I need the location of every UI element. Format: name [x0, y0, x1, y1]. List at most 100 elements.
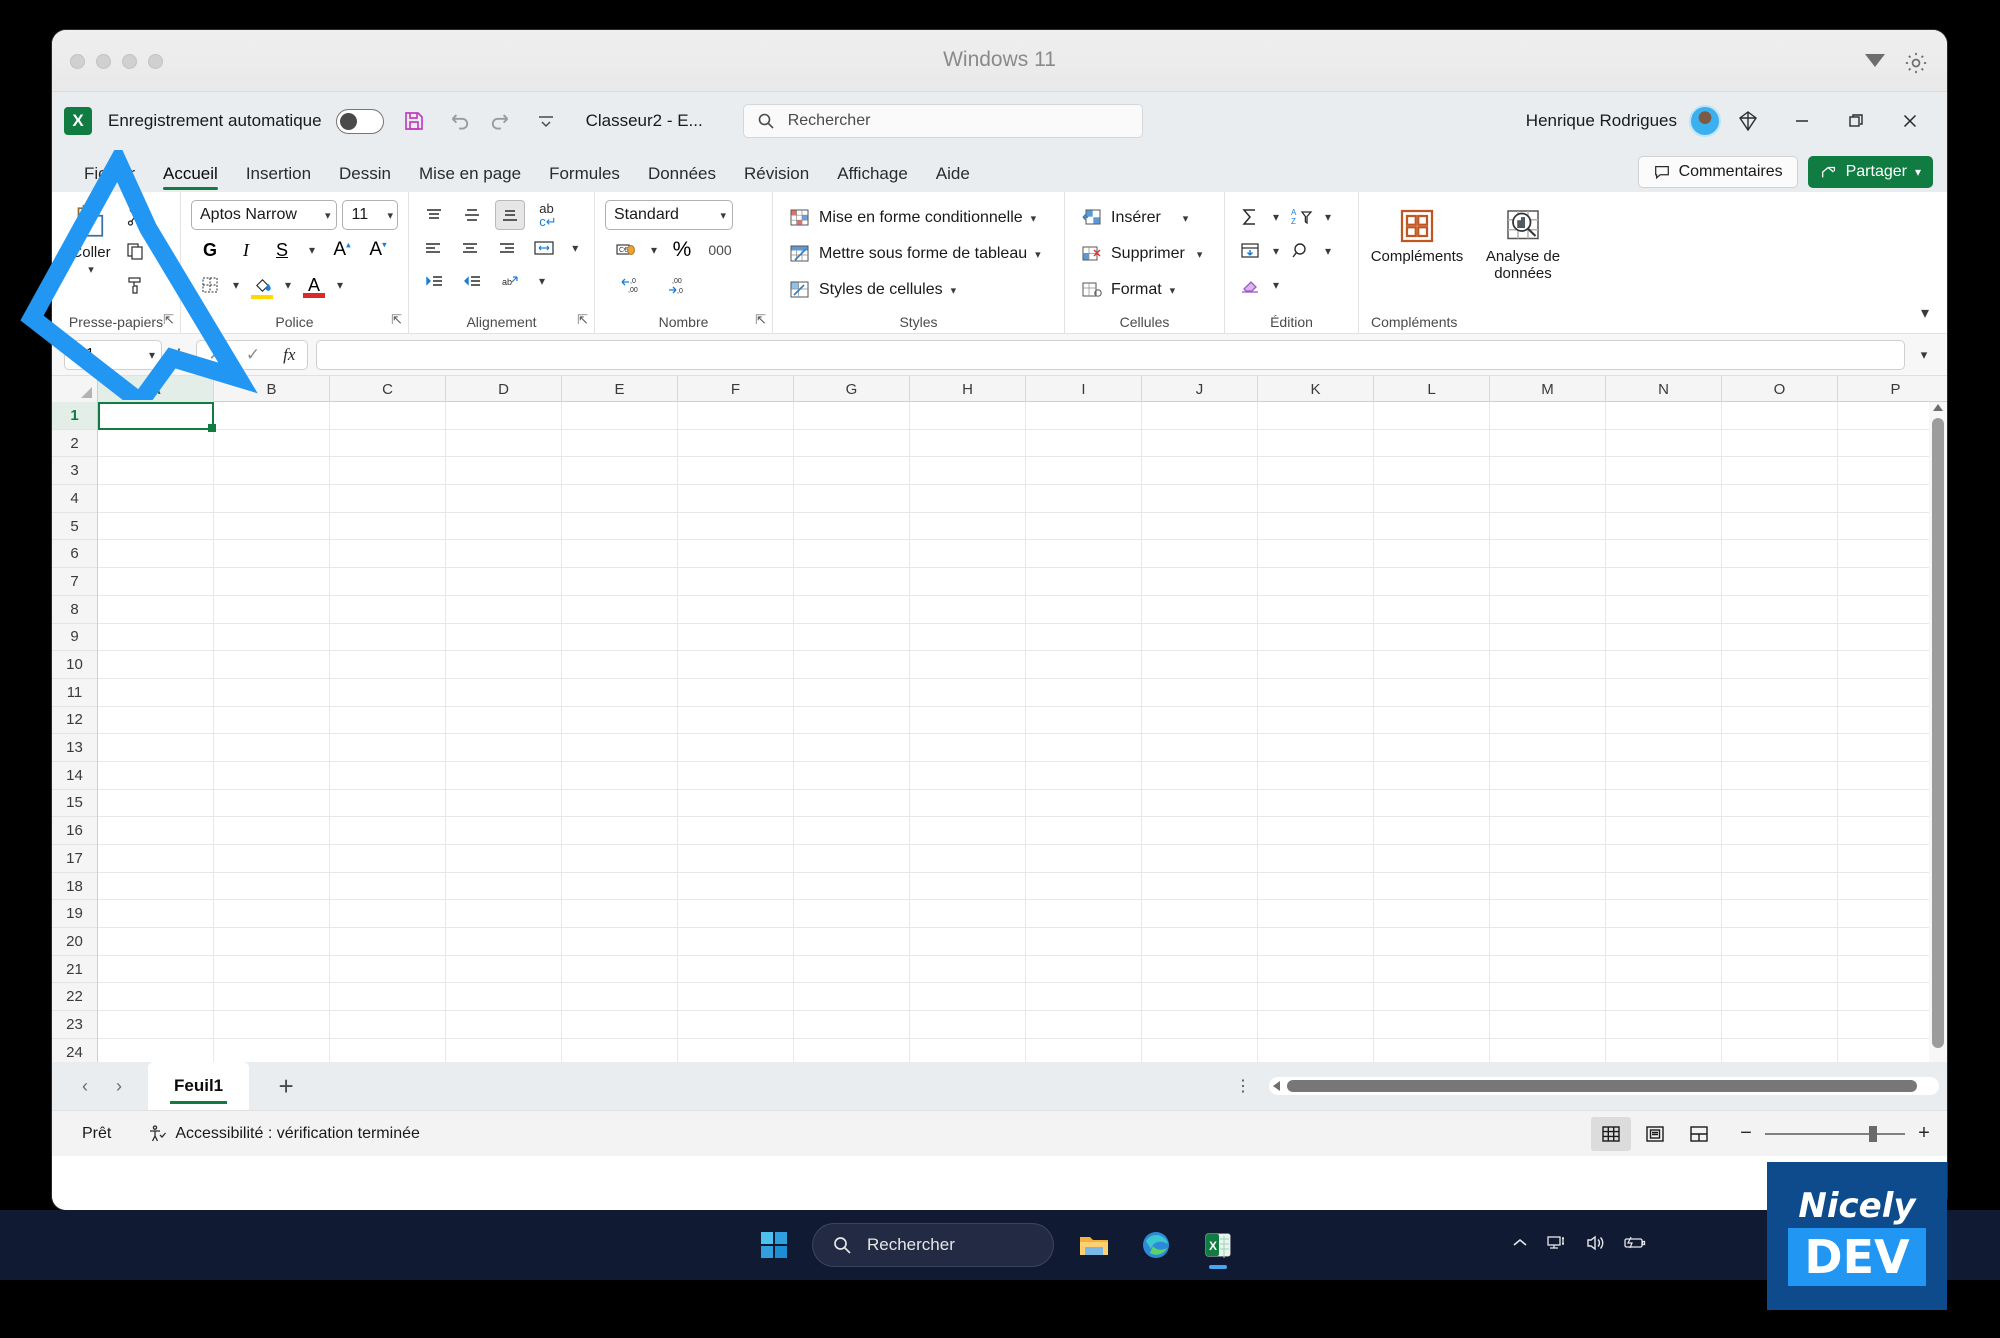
cell-J22[interactable]: [1142, 983, 1258, 1011]
grid-row[interactable]: [98, 845, 1947, 873]
cell-K14[interactable]: [1258, 761, 1374, 789]
row-header-16[interactable]: 16: [52, 817, 97, 845]
cell-B16[interactable]: [214, 817, 330, 844]
cell-M7[interactable]: [1490, 568, 1606, 595]
cut-button[interactable]: [120, 202, 150, 232]
cell-C4[interactable]: [330, 485, 446, 512]
cell-H2[interactable]: [910, 429, 1026, 457]
row-header-10[interactable]: 10: [52, 651, 97, 679]
cell-O4[interactable]: [1722, 485, 1838, 512]
cell-F4[interactable]: [678, 485, 794, 512]
cell-L6[interactable]: [1374, 540, 1490, 568]
cell-N14[interactable]: [1606, 761, 1722, 789]
minimize-icon[interactable]: [1775, 99, 1829, 143]
cell-N23[interactable]: [1606, 1011, 1722, 1038]
cell-H16[interactable]: [910, 817, 1026, 844]
cell-H8[interactable]: [910, 595, 1026, 623]
cell-B14[interactable]: [214, 761, 330, 789]
chevron-down-icon[interactable]: ▾: [279, 271, 297, 299]
cell-N20[interactable]: [1606, 928, 1722, 955]
cell-G16[interactable]: [794, 817, 910, 844]
microsoft-365-diamond-icon[interactable]: [1721, 99, 1775, 143]
grid-row[interactable]: [98, 706, 1947, 735]
cell-L23[interactable]: [1374, 1011, 1490, 1038]
cell-L5[interactable]: [1374, 512, 1490, 540]
cell-D22[interactable]: [446, 983, 562, 1011]
customize-quick-access-icon[interactable]: [532, 107, 560, 135]
cell-C18[interactable]: [330, 872, 446, 900]
cell-A23[interactable]: [98, 1011, 214, 1038]
cell-E15[interactable]: [562, 789, 678, 817]
cell-H17[interactable]: [910, 845, 1026, 872]
accounting-format-button[interactable]: C€: [611, 235, 641, 265]
increase-indent-button[interactable]: [457, 266, 487, 296]
cell-A20[interactable]: [98, 928, 214, 955]
cell-O11[interactable]: [1722, 678, 1838, 706]
cell-F5[interactable]: [678, 512, 794, 540]
cell-L9[interactable]: [1374, 623, 1490, 651]
autosave-toggle[interactable]: [335, 108, 384, 134]
tab-affichage[interactable]: Affichage: [823, 164, 922, 192]
tab-insertion[interactable]: Insertion: [232, 164, 325, 192]
cell-M18[interactable]: [1490, 872, 1606, 900]
share-button[interactable]: Partager ▾: [1807, 156, 1933, 188]
normal-view-button[interactable]: [1591, 1116, 1631, 1151]
cell-K10[interactable]: [1258, 651, 1374, 678]
row-header-13[interactable]: 13: [52, 734, 97, 762]
font-color-button[interactable]: A: [299, 270, 329, 300]
dialog-launcher-icon[interactable]: ⇱: [391, 312, 402, 328]
more-options-icon[interactable]: ⋮: [170, 345, 188, 365]
cell-H19[interactable]: [910, 900, 1026, 928]
cell-F17[interactable]: [678, 845, 794, 872]
cell-J23[interactable]: [1142, 1011, 1258, 1038]
cell-O7[interactable]: [1722, 568, 1838, 595]
cell-F9[interactable]: [678, 623, 794, 651]
expand-formula-bar-icon[interactable]: ▾: [1913, 347, 1935, 363]
merge-center-button[interactable]: [530, 233, 559, 263]
cell-F12[interactable]: [678, 706, 794, 734]
number-format-select[interactable]: Standard ▾: [605, 200, 733, 230]
chevron-right-icon[interactable]: ›: [102, 1069, 136, 1103]
column-header-p[interactable]: P: [1838, 376, 1947, 402]
cell-G14[interactable]: [794, 761, 910, 789]
cell-K22[interactable]: [1258, 983, 1374, 1011]
gear-icon[interactable]: [1903, 50, 1929, 76]
grid-row[interactable]: [98, 761, 1947, 790]
row-header-9[interactable]: 9: [52, 624, 97, 652]
cell-D19[interactable]: [446, 900, 562, 928]
taskbar-search-input[interactable]: Rechercher: [812, 1223, 1054, 1267]
cell-K23[interactable]: [1258, 1011, 1374, 1038]
cell-D24[interactable]: [446, 1038, 562, 1062]
cell-D6[interactable]: [446, 540, 562, 568]
zoom-out-button[interactable]: −: [1737, 1122, 1755, 1145]
cell-O23[interactable]: [1722, 1011, 1838, 1038]
dialog-launcher-icon[interactable]: ⇱: [163, 312, 174, 328]
cell-B11[interactable]: [214, 678, 330, 706]
cell-M14[interactable]: [1490, 761, 1606, 789]
column-header-g[interactable]: G: [794, 376, 910, 402]
cell-M2[interactable]: [1490, 429, 1606, 457]
cell-M1[interactable]: [1490, 402, 1606, 429]
cell-J20[interactable]: [1142, 928, 1258, 955]
cell-F2[interactable]: [678, 429, 794, 457]
grid-row[interactable]: [98, 817, 1947, 845]
cell-H4[interactable]: [910, 485, 1026, 512]
cell-D13[interactable]: [446, 734, 562, 761]
scroll-up-arrow-icon[interactable]: [1933, 404, 1943, 411]
cell-D2[interactable]: [446, 429, 562, 457]
cell-K16[interactable]: [1258, 817, 1374, 844]
grid-row[interactable]: [98, 872, 1947, 901]
vertical-scroll-thumb[interactable]: [1932, 418, 1944, 1048]
format-cells-button[interactable]: Format ▾: [1075, 274, 1214, 306]
chevron-down-icon[interactable]: ▾: [88, 263, 94, 276]
cell-G15[interactable]: [794, 789, 910, 817]
cell-L20[interactable]: [1374, 928, 1490, 955]
cell-K20[interactable]: [1258, 928, 1374, 955]
cell-G18[interactable]: [794, 872, 910, 900]
column-header-j[interactable]: J: [1142, 376, 1258, 402]
cell-H13[interactable]: [910, 734, 1026, 761]
cell-K19[interactable]: [1258, 900, 1374, 928]
cell-F11[interactable]: [678, 678, 794, 706]
cell-O3[interactable]: [1722, 457, 1838, 485]
zoom-slider-thumb[interactable]: [1869, 1125, 1877, 1142]
